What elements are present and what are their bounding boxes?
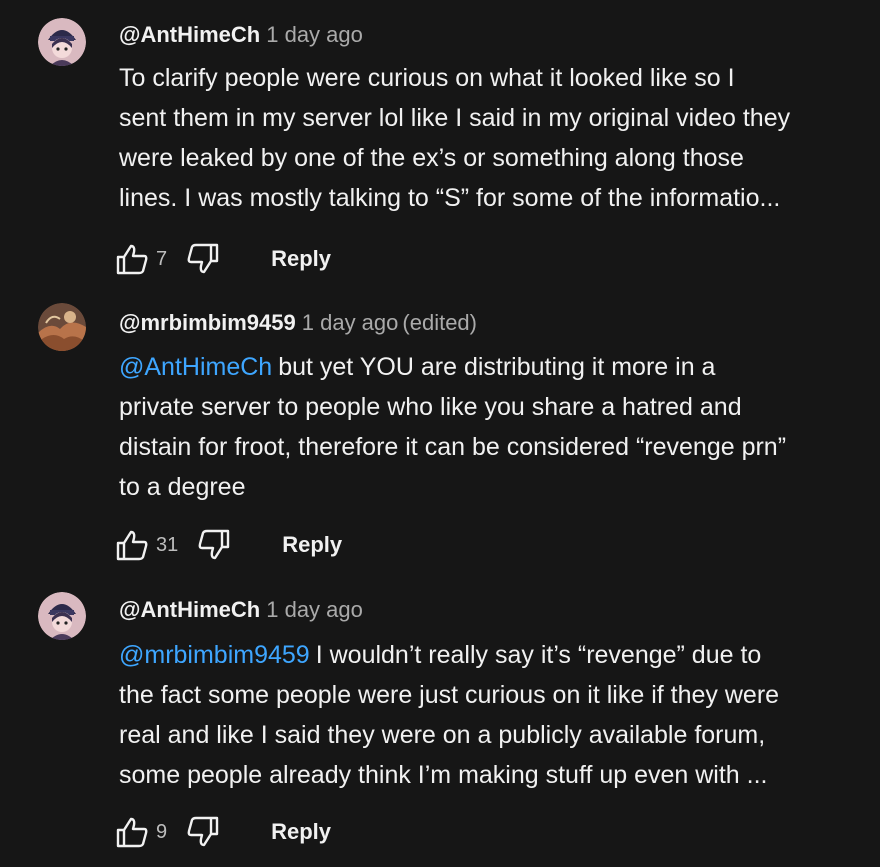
comment-line: some people already think I’m making stu… <box>119 761 768 789</box>
comment-time[interactable]: 1 day ago <box>266 22 363 47</box>
comment-line: real and like I said they were on a publ… <box>119 721 766 749</box>
reply-button[interactable]: Reply <box>282 532 342 558</box>
thumbs-down-icon[interactable] <box>185 241 221 277</box>
comment-body: @mrbimbim9459 I wouldn’t really say it’s … <box>119 635 864 795</box>
author-handle[interactable]: @AntHimeCh <box>119 22 260 47</box>
anime-avatar-icon <box>38 592 86 640</box>
comment-line: To clarify people were curious on what i… <box>119 64 735 92</box>
comment-line: the fact some people were just curious o… <box>119 681 780 709</box>
comment-actions: 7 Reply <box>114 239 331 279</box>
edited-label: (edited) <box>402 310 477 335</box>
landscape-avatar-icon <box>38 303 86 351</box>
thumbs-down-icon[interactable] <box>196 527 232 563</box>
thumbs-down-icon[interactable] <box>185 814 221 850</box>
comment-line: lines. I was mostly talking to “S” for s… <box>119 184 781 212</box>
comment-line: sent them in my server lol like I said i… <box>119 104 791 132</box>
comment-body: To clarify people were curious on what i… <box>119 58 864 218</box>
mention-link[interactable]: @AntHimeCh <box>119 353 272 381</box>
comment-line: were leaked by one of the ex’s or someth… <box>119 144 744 172</box>
thumbs-up-icon[interactable] <box>114 527 150 563</box>
comment-line: @mrbimbim9459 I wouldn’t really say it’s … <box>119 635 864 675</box>
comment-body: @AntHimeCh but yet YOU are distributing i… <box>119 347 864 507</box>
comment-line: distain for froot, therefore it can be c… <box>119 433 787 461</box>
avatar[interactable] <box>38 18 86 66</box>
comment-line: to a degree <box>119 473 246 501</box>
like-count: 31 <box>156 533 179 556</box>
anime-avatar-icon <box>38 18 86 66</box>
comment-time[interactable]: 1 day ago <box>302 310 399 335</box>
thumbs-up-icon[interactable] <box>114 241 150 277</box>
avatar[interactable] <box>38 303 86 351</box>
reply-button[interactable]: Reply <box>271 819 331 845</box>
author-handle[interactable]: @mrbimbim9459 <box>119 310 296 335</box>
comments-page: @AntHimeCh 1 day ago To clarify people we… <box>0 0 880 867</box>
comment-line: @AntHimeCh but yet YOU are distributing i… <box>119 347 864 387</box>
comment-text: but yet YOU are distributing it more in … <box>278 353 716 381</box>
comment-actions: 31 Reply <box>114 525 342 565</box>
avatar[interactable] <box>38 592 86 640</box>
comment-text: I wouldn’t really say it’s “revenge” due… <box>315 641 762 669</box>
like-count: 7 <box>156 247 168 270</box>
mention-link[interactable]: @mrbimbim9459 <box>119 641 310 669</box>
comment-line: private server to people who like you sh… <box>119 393 742 421</box>
comment-actions: 9 Reply <box>114 812 331 852</box>
comment-time[interactable]: 1 day ago <box>266 597 363 622</box>
thumbs-up-icon[interactable] <box>114 814 150 850</box>
author-handle[interactable]: @AntHimeCh <box>119 597 260 622</box>
reply-button[interactable]: Reply <box>271 246 331 272</box>
like-count: 9 <box>156 820 168 843</box>
